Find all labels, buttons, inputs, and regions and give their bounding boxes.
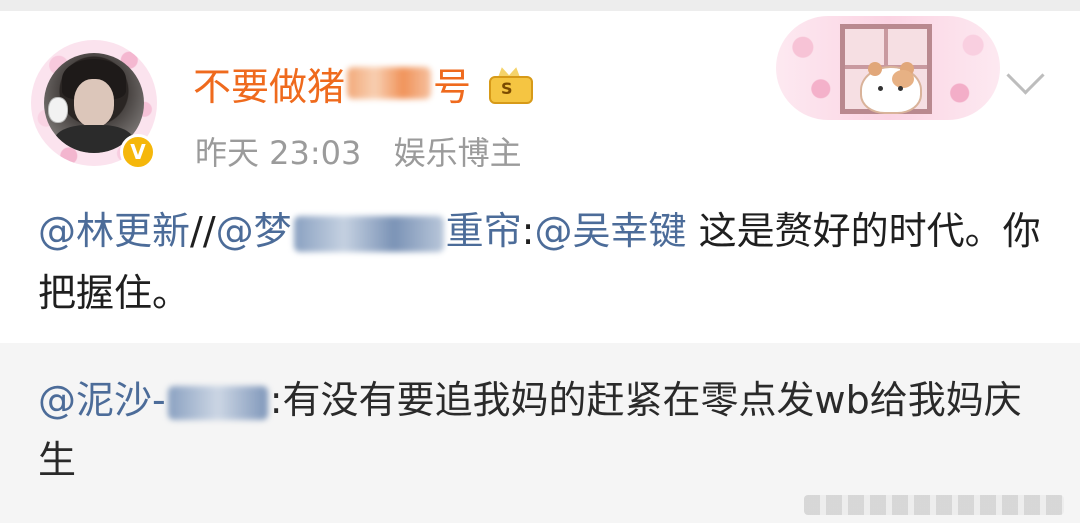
post-time: 昨天 23:03 (195, 134, 362, 172)
post-text: @林更新//@梦 重帘:@吴幸键 这是赘好的时代。你把握住。 (38, 209, 1041, 315)
author-role: 娱乐博主 (393, 134, 522, 172)
post-meta: 昨天 23:03 娱乐博主 (195, 128, 544, 174)
username-text: 不要做猪 (193, 64, 346, 109)
mention-link[interactable]: @吴幸键 (534, 209, 686, 253)
watermark (804, 495, 1064, 515)
repost-separator: // (190, 209, 216, 253)
mention-redaction (167, 385, 268, 420)
mention-link[interactable]: @梦 重帘 (216, 209, 522, 253)
avatar[interactable]: V (31, 40, 157, 170)
username-text-end: 号 (433, 64, 472, 109)
chevron-down-icon[interactable] (1006, 56, 1045, 95)
crown-badge-icon: S (485, 64, 534, 104)
top-divider (0, 0, 1080, 11)
profile-decoration-card (776, 16, 1000, 120)
mention-link[interactable]: @林更新 (38, 209, 190, 253)
repost-box[interactable]: @泥沙-:有没有要追我妈的赶紧在零点发wb给我妈庆生 (0, 343, 1080, 523)
verified-badge-icon: V (120, 134, 156, 170)
username-redaction (347, 67, 432, 99)
hamster-icon (860, 62, 922, 114)
mention-redaction (293, 215, 444, 252)
mention-link[interactable]: @泥沙- (38, 378, 270, 422)
repost-text: @泥沙-:有没有要追我妈的赶紧在零点发wb给我妈庆生 (38, 378, 1022, 482)
username[interactable]: 不要做猪 号 S (193, 58, 534, 109)
